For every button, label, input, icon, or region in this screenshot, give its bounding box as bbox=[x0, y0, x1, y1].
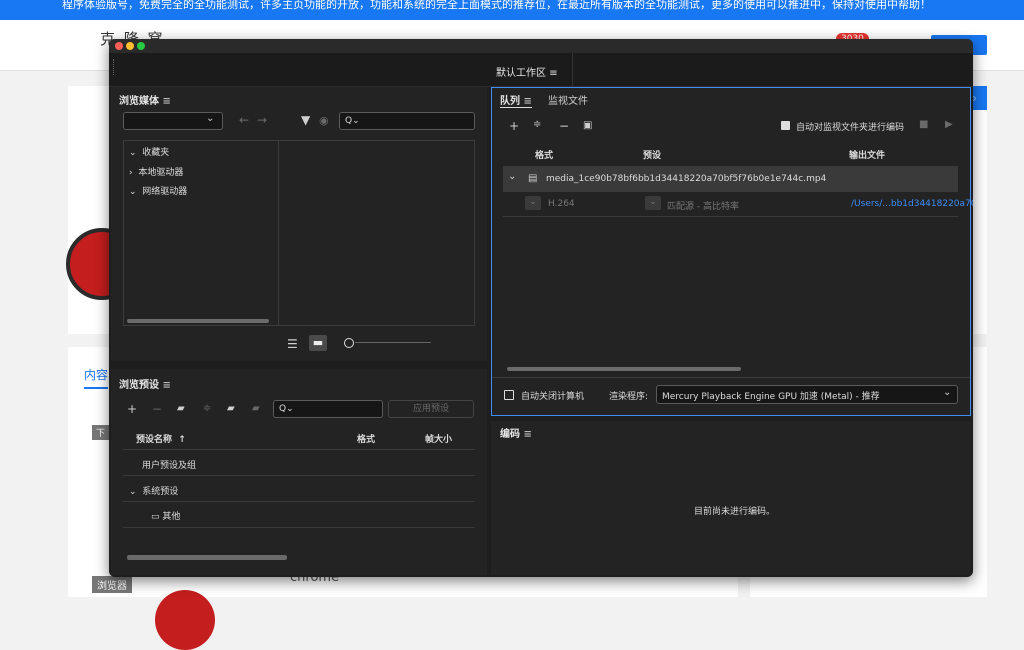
horizontal-scrollbar[interactable] bbox=[507, 367, 741, 371]
auto-encode-checkbox[interactable] bbox=[781, 121, 790, 130]
encoding-status: 目前尚未进行编码。 bbox=[694, 507, 776, 517]
workspace-divider bbox=[572, 53, 573, 86]
add-preset-icon[interactable]: + bbox=[127, 402, 137, 416]
horizontal-scrollbar[interactable] bbox=[127, 319, 269, 323]
download-tag: 下 bbox=[92, 425, 110, 440]
list-view-icon[interactable]: ☰ bbox=[287, 337, 298, 351]
item-format[interactable]: H.264 bbox=[548, 199, 575, 209]
browser-tag: 浏览器 bbox=[92, 576, 132, 593]
hamburger-icon[interactable]: ≡ bbox=[523, 429, 531, 440]
monitor-icon: ▭ bbox=[151, 512, 160, 522]
divider bbox=[503, 216, 958, 217]
tab-watch-folders[interactable]: 监视文件 bbox=[548, 92, 588, 107]
minimize-window-icon[interactable] bbox=[126, 42, 134, 50]
shutdown-checkbox[interactable] bbox=[504, 390, 514, 400]
export-preset-icon[interactable]: ▰ bbox=[252, 403, 260, 414]
encoding-panel bbox=[491, 421, 971, 575]
chevron-down-icon: ⌄ bbox=[943, 387, 952, 398]
shutdown-label: 自动关闭计算机 bbox=[521, 392, 585, 402]
media-browser-title: 浏览媒体 ≡ bbox=[119, 96, 171, 107]
preset-browser-title: 浏览预设 ≡ bbox=[119, 380, 171, 391]
divider bbox=[123, 501, 475, 502]
new-group-icon[interactable]: ▰ bbox=[177, 403, 185, 414]
format-dropdown[interactable]: ⌄ bbox=[525, 196, 541, 210]
preset-row-other[interactable]: ▭ 其他 bbox=[151, 509, 180, 522]
play-icon[interactable]: ▶ bbox=[945, 119, 953, 130]
item-output-path[interactable]: /Users/...bb1d34418220a70b bbox=[851, 199, 973, 209]
column-preset[interactable]: 预设 bbox=[643, 148, 661, 161]
column-frame-size[interactable]: 帧大小 bbox=[425, 432, 452, 445]
hamburger-icon[interactable]: ≡ bbox=[162, 96, 170, 107]
hamburger-icon[interactable]: ≡ bbox=[549, 68, 557, 79]
forward-arrow-icon[interactable]: → bbox=[257, 113, 267, 127]
queue-settings-icon[interactable]: ≑ bbox=[533, 119, 541, 130]
item-preset[interactable]: 匹配源 - 高比特率 bbox=[667, 199, 739, 212]
stop-icon[interactable]: ■ bbox=[919, 119, 928, 130]
chevron-down-icon: ⌄ bbox=[129, 148, 137, 158]
close-window-icon[interactable] bbox=[115, 42, 123, 50]
media-encoder-window: 默认工作区 ≡ 浏览媒体 ≡ ⌄ ← → ▼ ◉ Q⌄ ⌄ 收藏夹 › 本地驱动… bbox=[109, 39, 973, 577]
preset-dropdown[interactable]: ⌄ bbox=[645, 196, 661, 210]
tab-content[interactable]: 内容 bbox=[84, 366, 109, 389]
tree-item-local-drives[interactable]: › 本地驱动器 bbox=[129, 165, 183, 178]
workspace-title[interactable]: 默认工作区 ≡ bbox=[496, 64, 558, 79]
hamburger-icon[interactable]: ≡ bbox=[162, 380, 170, 391]
preset-row-user[interactable]: 用户预设及组 bbox=[142, 458, 196, 471]
column-output-file[interactable]: 输出文件 bbox=[849, 148, 885, 161]
preset-settings-icon[interactable]: ≑ bbox=[203, 403, 211, 414]
remove-item-icon[interactable]: − bbox=[559, 119, 569, 133]
zoom-slider-track[interactable] bbox=[355, 342, 431, 343]
sort-up-icon: ↑ bbox=[178, 435, 186, 445]
column-preset-name[interactable]: 预设名称 ↑ bbox=[136, 432, 186, 445]
tab-queue[interactable]: 队列 ≡ bbox=[500, 92, 532, 108]
encoding-title: 编码 ≡ bbox=[500, 429, 532, 440]
chevron-down-icon: ⌄ bbox=[129, 187, 137, 197]
duplicate-icon[interactable]: ▣ bbox=[583, 120, 592, 131]
chevron-down-icon: ⌄ bbox=[129, 487, 137, 497]
hamburger-icon[interactable]: ≡ bbox=[523, 96, 531, 107]
apply-preset-button[interactable]: 应用预设 bbox=[388, 400, 474, 418]
tree-item-favorites[interactable]: ⌄ 收藏夹 bbox=[129, 145, 169, 158]
renderer-value: Mercury Playback Engine GPU 加速 (Metal) -… bbox=[662, 392, 880, 402]
thumbnail-view-icon[interactable]: ▬ bbox=[309, 335, 327, 351]
filter-icon[interactable]: ▼ bbox=[301, 113, 310, 127]
location-dropdown[interactable]: ⌄ bbox=[123, 112, 223, 130]
zoom-slider-handle[interactable] bbox=[344, 338, 354, 348]
renderer-label: 渲染程序: bbox=[609, 392, 649, 402]
grip-handle-icon[interactable] bbox=[113, 59, 116, 75]
eye-icon[interactable]: ◉ bbox=[319, 114, 329, 127]
media-search-input[interactable]: Q⌄ bbox=[339, 112, 475, 130]
chevron-down-icon: ⌄ bbox=[206, 113, 215, 124]
horizontal-scrollbar[interactable] bbox=[127, 555, 287, 560]
divider bbox=[123, 449, 475, 450]
column-format[interactable]: 格式 bbox=[357, 432, 375, 445]
divider bbox=[123, 475, 475, 476]
chrome-logo-icon bbox=[155, 590, 215, 650]
tree-item-network-drives[interactable]: ⌄ 网络驱动器 bbox=[129, 184, 187, 197]
banner-text: 程序体验版号，免费完全的全功能测试，许多主页功能的开放，功能和系统的完全上面模式… bbox=[62, 0, 931, 11]
preset-search-input[interactable]: Q⌄ bbox=[273, 400, 383, 418]
tree-divider bbox=[278, 140, 279, 326]
divider bbox=[123, 527, 475, 528]
back-arrow-icon[interactable]: ← bbox=[239, 113, 249, 127]
renderer-dropdown[interactable]: Mercury Playback Engine GPU 加速 (Metal) -… bbox=[656, 385, 958, 404]
video-file-icon: ▤ bbox=[528, 173, 538, 184]
queue-item-name: media_1ce90b78bf6bb1d34418220a70bf5f76b0… bbox=[546, 174, 827, 184]
maximize-window-icon[interactable] bbox=[137, 42, 145, 50]
remove-preset-icon[interactable]: − bbox=[152, 402, 162, 416]
preset-row-system[interactable]: ⌄ 系统预设 bbox=[129, 484, 178, 497]
import-preset-icon[interactable]: ▰ bbox=[227, 403, 235, 414]
add-source-icon[interactable]: + bbox=[509, 119, 519, 133]
chevron-down-icon[interactable]: ⌄ bbox=[508, 171, 516, 182]
divider bbox=[492, 377, 970, 378]
auto-encode-label: 自动对监视文件夹进行编码 bbox=[796, 123, 905, 133]
chevron-right-icon: › bbox=[129, 168, 133, 178]
column-format[interactable]: 格式 bbox=[535, 148, 553, 161]
title-bar[interactable] bbox=[109, 39, 973, 53]
site-banner: 程序体验版号，免费完全的全功能测试，许多主页功能的开放，功能和系统的完全上面模式… bbox=[0, 0, 1024, 20]
